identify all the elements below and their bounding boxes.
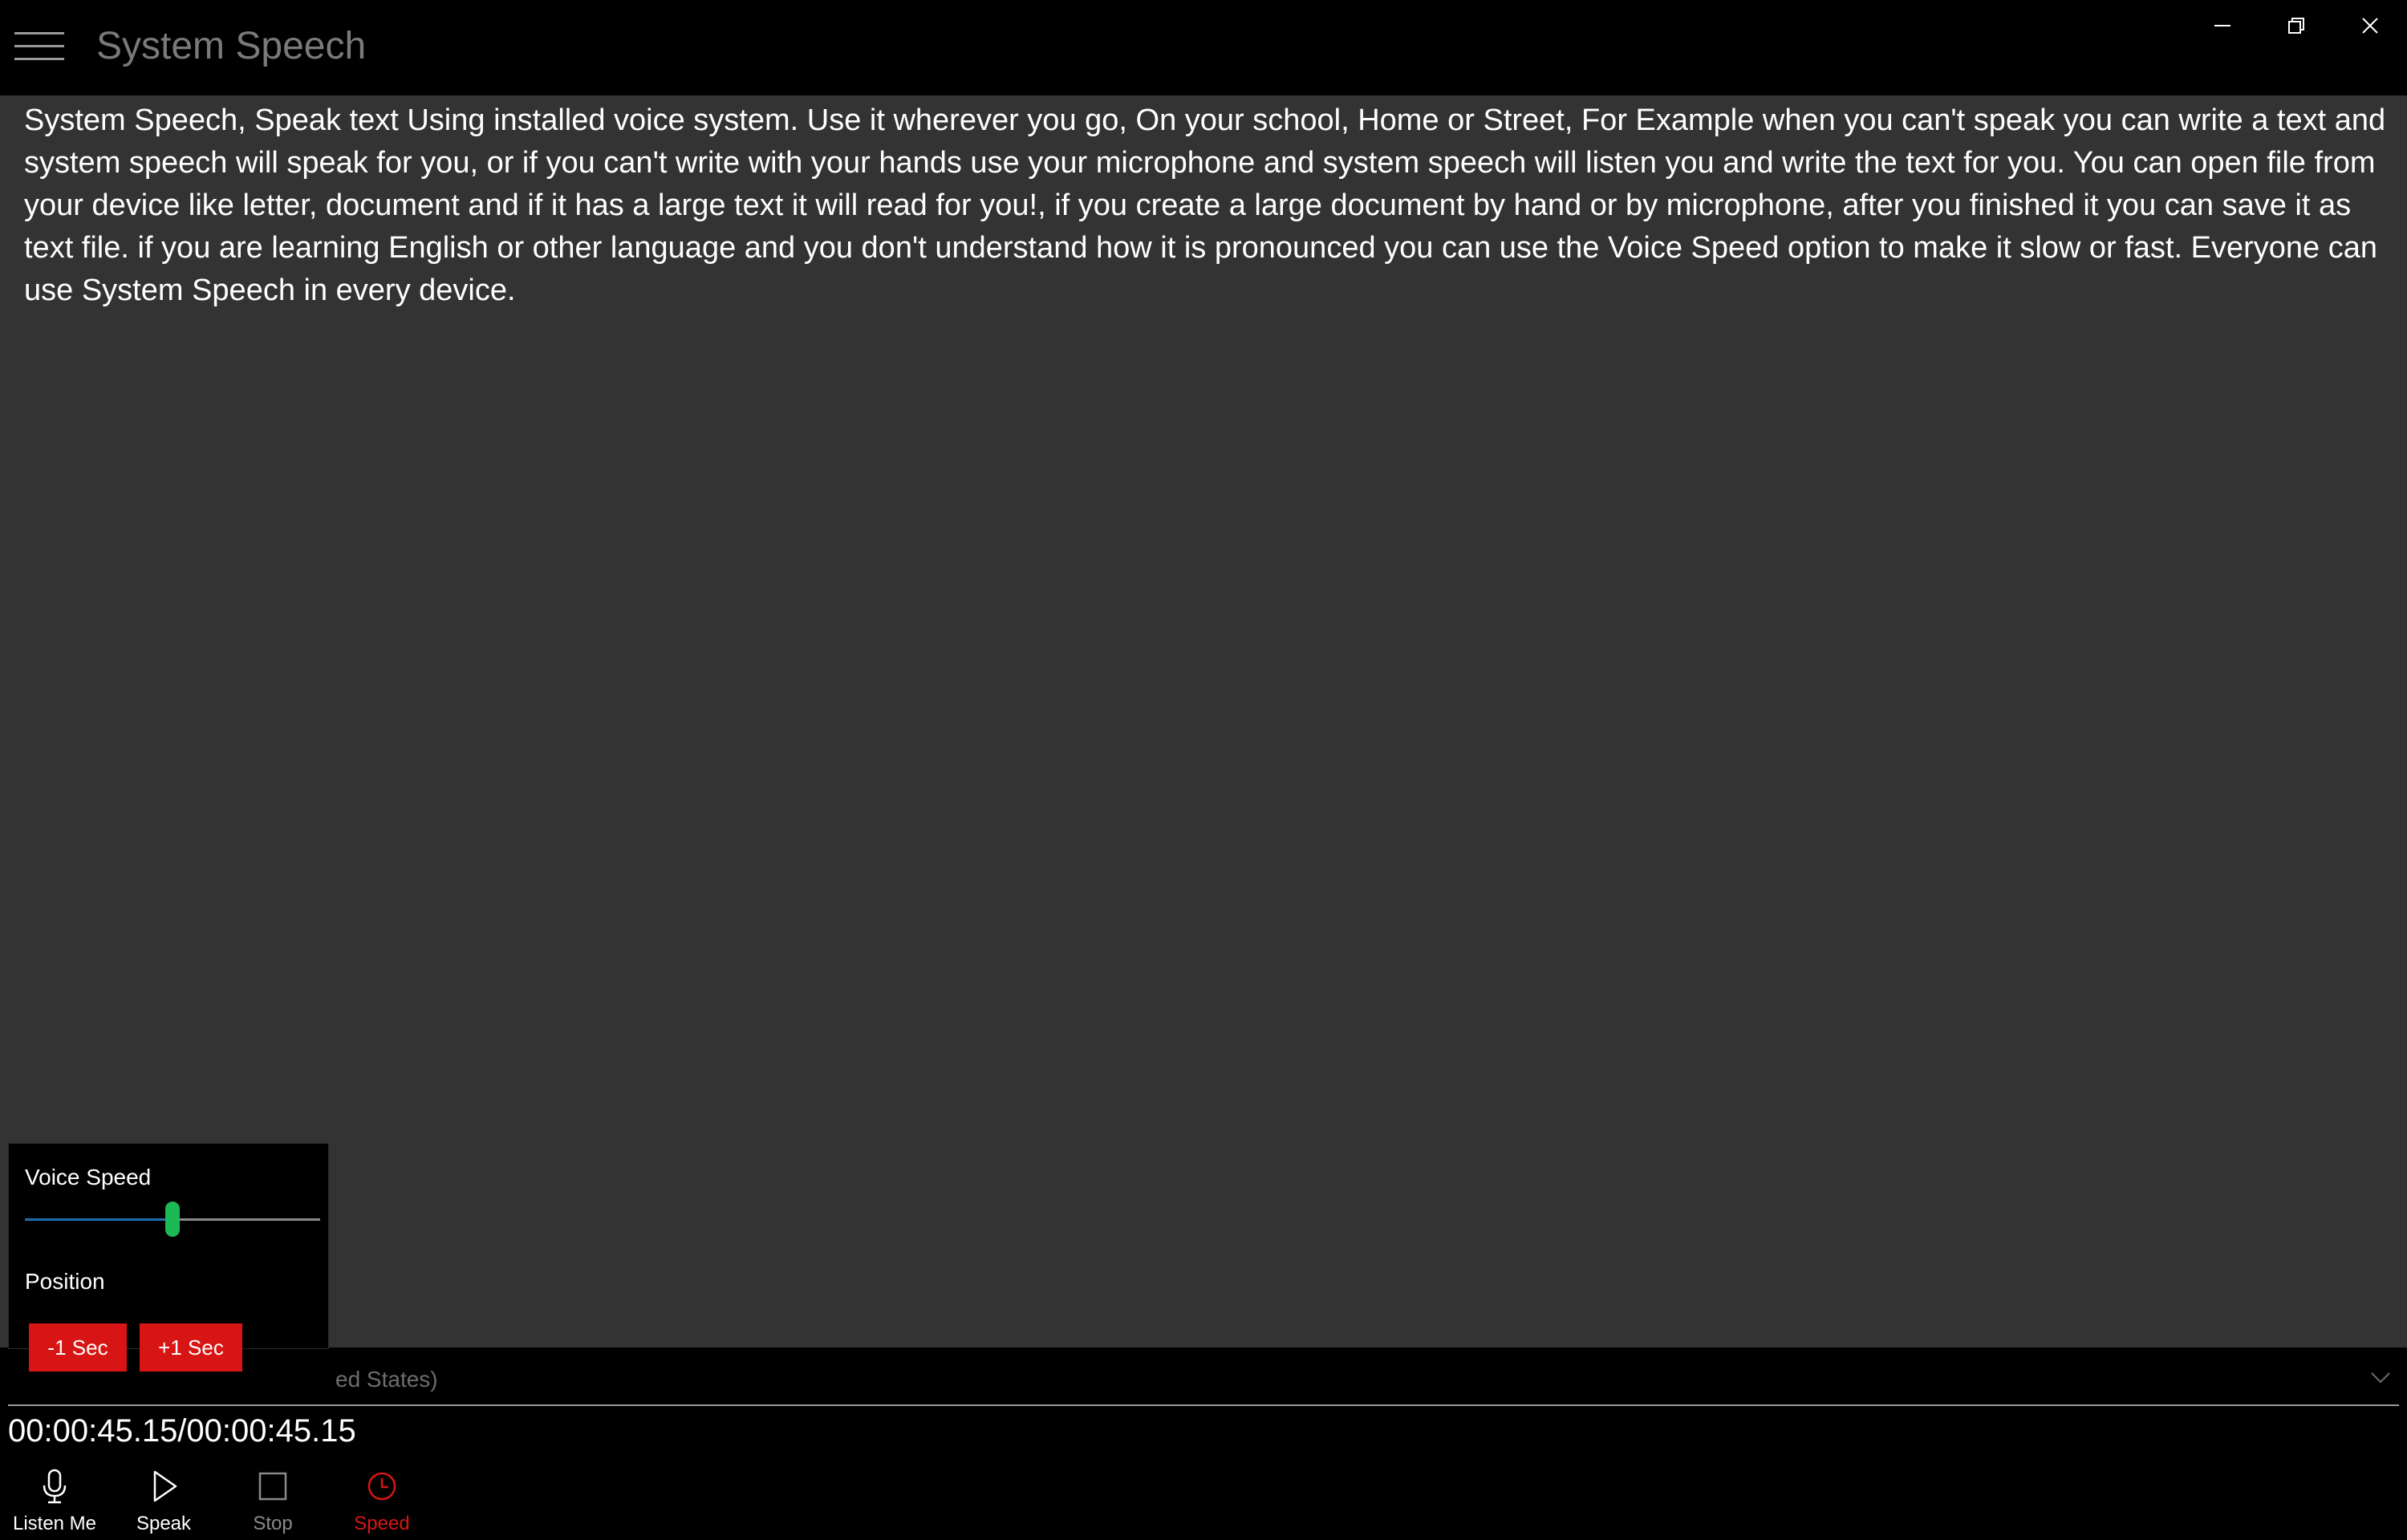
close-button[interactable] [2333,0,2407,51]
speak-label: Speak [136,1513,192,1534]
chevron-down-icon [2371,1372,2390,1384]
voice-select-value: ed States) [335,1367,438,1392]
hamburger-menu-icon[interactable] [14,30,64,63]
voice-select-dropdown[interactable]: ed States) [8,1348,2399,1407]
clock-icon [367,1472,396,1501]
speed-flyout: Voice Speed Position -1 Sec +1 Sec [8,1143,329,1372]
close-icon [2362,18,2378,34]
plus-one-second-button[interactable]: +1 Sec [140,1323,242,1372]
stop-button[interactable]: Stop [218,1460,327,1540]
stop-label: Stop [253,1513,293,1534]
microphone-icon [43,1469,67,1504]
speech-text-editor[interactable]: System Speech, Speak text Using installe… [24,99,2391,312]
title-bar: System Speech [0,0,2407,95]
listen-me-button[interactable]: Listen Me [0,1460,109,1540]
minus-one-second-button[interactable]: -1 Sec [29,1323,127,1372]
play-icon [153,1470,177,1502]
listen-me-label: Listen Me [12,1513,97,1534]
app-title: System Speech [96,25,367,67]
voice-speed-label: Voice Speed [25,1165,152,1189]
restore-icon [2288,18,2304,34]
speed-button[interactable]: Speed [327,1460,436,1540]
minimize-icon [2214,25,2230,26]
voice-speed-slider[interactable] [25,1202,320,1237]
restore-button[interactable] [2259,0,2333,51]
voice-speed-track-filled [25,1218,165,1221]
voice-speed-track-empty [180,1218,320,1221]
speed-label: Speed [354,1513,410,1534]
voice-select-underline [8,1404,2399,1406]
position-label: Position [25,1269,105,1294]
voice-speed-thumb[interactable] [165,1202,180,1237]
stop-icon [258,1472,287,1501]
playback-timecode: 00:00:45.15/00:00:45.15 [8,1413,356,1449]
minimize-button[interactable] [2186,0,2259,51]
speak-button[interactable]: Speak [109,1460,218,1540]
